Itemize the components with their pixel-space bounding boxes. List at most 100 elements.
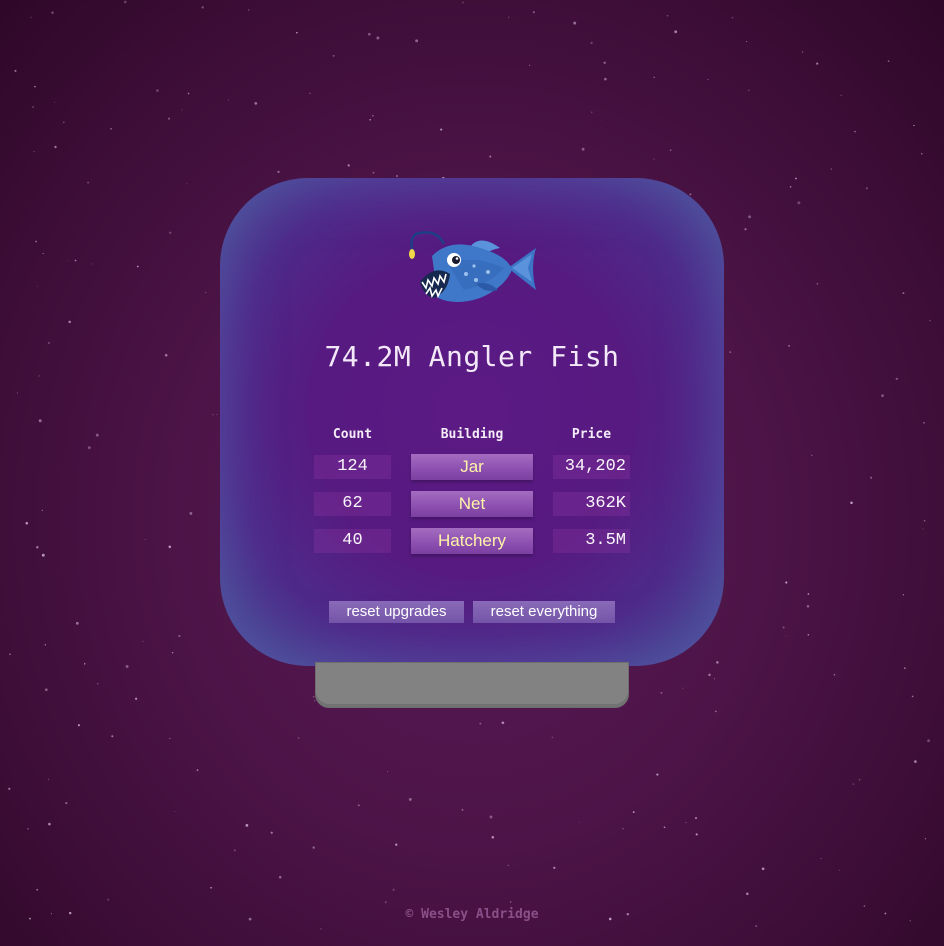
- star: [913, 124, 915, 127]
- buy-net-button[interactable]: Net: [411, 491, 533, 517]
- star: [372, 114, 374, 117]
- star: [136, 265, 139, 268]
- star: [807, 634, 810, 636]
- star: [91, 263, 93, 265]
- buy-hatchery-button[interactable]: Hatchery: [411, 528, 533, 554]
- star: [320, 928, 322, 930]
- star: [604, 77, 607, 81]
- reset-everything-button[interactable]: reset everything: [473, 601, 615, 623]
- star: [44, 688, 48, 692]
- star: [357, 804, 360, 807]
- star: [747, 89, 750, 92]
- star: [573, 21, 577, 25]
- star: [663, 826, 666, 829]
- star: [590, 41, 593, 45]
- star: [270, 831, 273, 834]
- star: [797, 201, 801, 205]
- star: [312, 846, 315, 849]
- star: [97, 683, 99, 685]
- star: [746, 41, 748, 43]
- price-header: Price: [571, 427, 612, 442]
- hatchery-price: 3.5M: [553, 529, 630, 553]
- star: [632, 811, 635, 814]
- star: [111, 735, 114, 738]
- reset-upgrades-button[interactable]: reset upgrades: [329, 601, 464, 623]
- star: [95, 433, 99, 437]
- star: [25, 521, 29, 525]
- building-header: Building: [440, 427, 504, 442]
- star: [695, 833, 698, 836]
- net-count: 62: [314, 492, 391, 516]
- star: [816, 62, 819, 65]
- star: [36, 888, 39, 891]
- star: [38, 419, 42, 423]
- buy-jar-button[interactable]: Jar: [411, 454, 533, 480]
- star: [167, 117, 171, 120]
- star: [376, 36, 380, 40]
- star: [811, 454, 813, 456]
- star: [656, 773, 659, 776]
- star: [833, 673, 836, 676]
- star: [830, 168, 832, 170]
- star: [392, 888, 395, 891]
- star: [87, 446, 91, 450]
- copyright-footer: © Wesley Aldridge: [405, 907, 539, 922]
- star: [729, 351, 732, 354]
- star: [63, 121, 65, 124]
- star: [895, 377, 898, 381]
- star: [142, 641, 144, 642]
- star: [746, 892, 749, 896]
- star: [528, 64, 531, 67]
- star: [27, 828, 29, 830]
- star: [144, 539, 146, 540]
- star: [927, 739, 931, 743]
- star: [695, 817, 697, 820]
- star: [201, 6, 204, 9]
- star: [174, 811, 176, 813]
- star: [54, 145, 57, 149]
- count-header: Count: [332, 427, 373, 442]
- star: [367, 32, 371, 36]
- star: [806, 605, 810, 608]
- star: [581, 147, 585, 151]
- star: [748, 215, 752, 219]
- star: [48, 822, 51, 826]
- hatchery-count: 40: [314, 529, 391, 553]
- star: [911, 695, 914, 698]
- star: [168, 231, 172, 235]
- star: [489, 815, 493, 819]
- star: [54, 101, 55, 103]
- star: [902, 594, 905, 596]
- jar-count: 124: [314, 455, 391, 479]
- star: [510, 901, 512, 903]
- star: [297, 737, 300, 739]
- star: [189, 511, 193, 515]
- star: [32, 106, 34, 108]
- star: [169, 737, 171, 739]
- star: [332, 55, 335, 57]
- star: [107, 898, 110, 901]
- star: [795, 177, 797, 180]
- star: [8, 787, 11, 790]
- star: [210, 886, 212, 889]
- star: [929, 320, 931, 322]
- star: [41, 509, 44, 512]
- star: [881, 394, 884, 398]
- star: [123, 0, 127, 4]
- star: [788, 345, 790, 347]
- star: [744, 228, 747, 231]
- star: [682, 687, 684, 689]
- star: [508, 16, 510, 18]
- star: [601, 119, 602, 121]
- star: [16, 392, 18, 394]
- star: [850, 501, 853, 505]
- angler-fish-icon[interactable]: [404, 224, 540, 314]
- star: [713, 678, 716, 680]
- star: [491, 836, 495, 839]
- star: [296, 31, 298, 34]
- star: [155, 89, 159, 92]
- star: [396, 174, 399, 178]
- star: [674, 30, 678, 34]
- star: [755, 925, 758, 928]
- star: [41, 553, 45, 557]
